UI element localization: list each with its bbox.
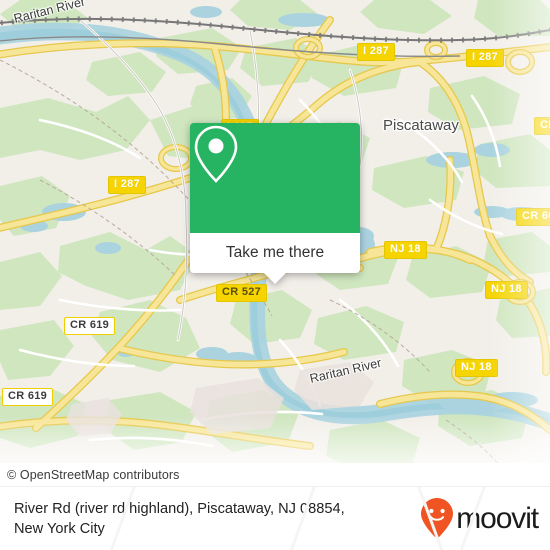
address-text: River Rd (river rd highland), Piscataway…: [14, 499, 345, 539]
piscataway-label: Piscataway: [383, 117, 459, 134]
map-canvas[interactable]: Raritan River Raritan River Piscataway I…: [0, 0, 550, 486]
shield-i287-top-right[interactable]: I 287: [466, 49, 504, 67]
shield-cr600-right[interactable]: CR 60: [516, 208, 550, 226]
popup-header: [190, 123, 360, 233]
shield-nj18-lower[interactable]: NJ 18: [455, 359, 498, 377]
moovit-logo[interactable]: moovit: [420, 497, 539, 541]
attribution-text[interactable]: © OpenStreetMap contributors: [0, 468, 180, 482]
moovit-smiley-pin-icon: [421, 497, 454, 539]
shield-nj18-right[interactable]: NJ 18: [485, 281, 528, 299]
take-me-there-label: Take me there: [225, 244, 325, 261]
location-pin-icon: [194, 125, 238, 183]
address-line-1: River Rd (river rd highland), Piscataway…: [14, 500, 345, 517]
shield-cr527[interactable]: CR 527: [216, 284, 268, 302]
location-popup-card[interactable]: Take me there: [190, 123, 360, 284]
shield-nj18-mid[interactable]: NJ 18: [384, 241, 427, 259]
map-screenshot: Raritan River Raritan River Piscataway I…: [0, 0, 550, 550]
shield-i287-left[interactable]: I 287: [108, 176, 146, 194]
shield-i287-top-left[interactable]: I 287: [357, 43, 395, 61]
popup-tail-pointer: [264, 273, 286, 284]
footer-bar: River Rd (river rd highland), Piscataway…: [0, 486, 550, 550]
shield-cr619-mid[interactable]: CR 619: [64, 317, 116, 335]
shield-cr-clipped-right[interactable]: CR: [534, 117, 550, 135]
attribution-bar: © OpenStreetMap contributors: [0, 463, 550, 486]
shield-cr619-left[interactable]: CR 619: [2, 388, 54, 406]
moovit-wordmark: moovit: [456, 501, 539, 535]
take-me-there-button[interactable]: Take me there: [190, 233, 360, 284]
address-line-2: New York City: [14, 520, 105, 537]
